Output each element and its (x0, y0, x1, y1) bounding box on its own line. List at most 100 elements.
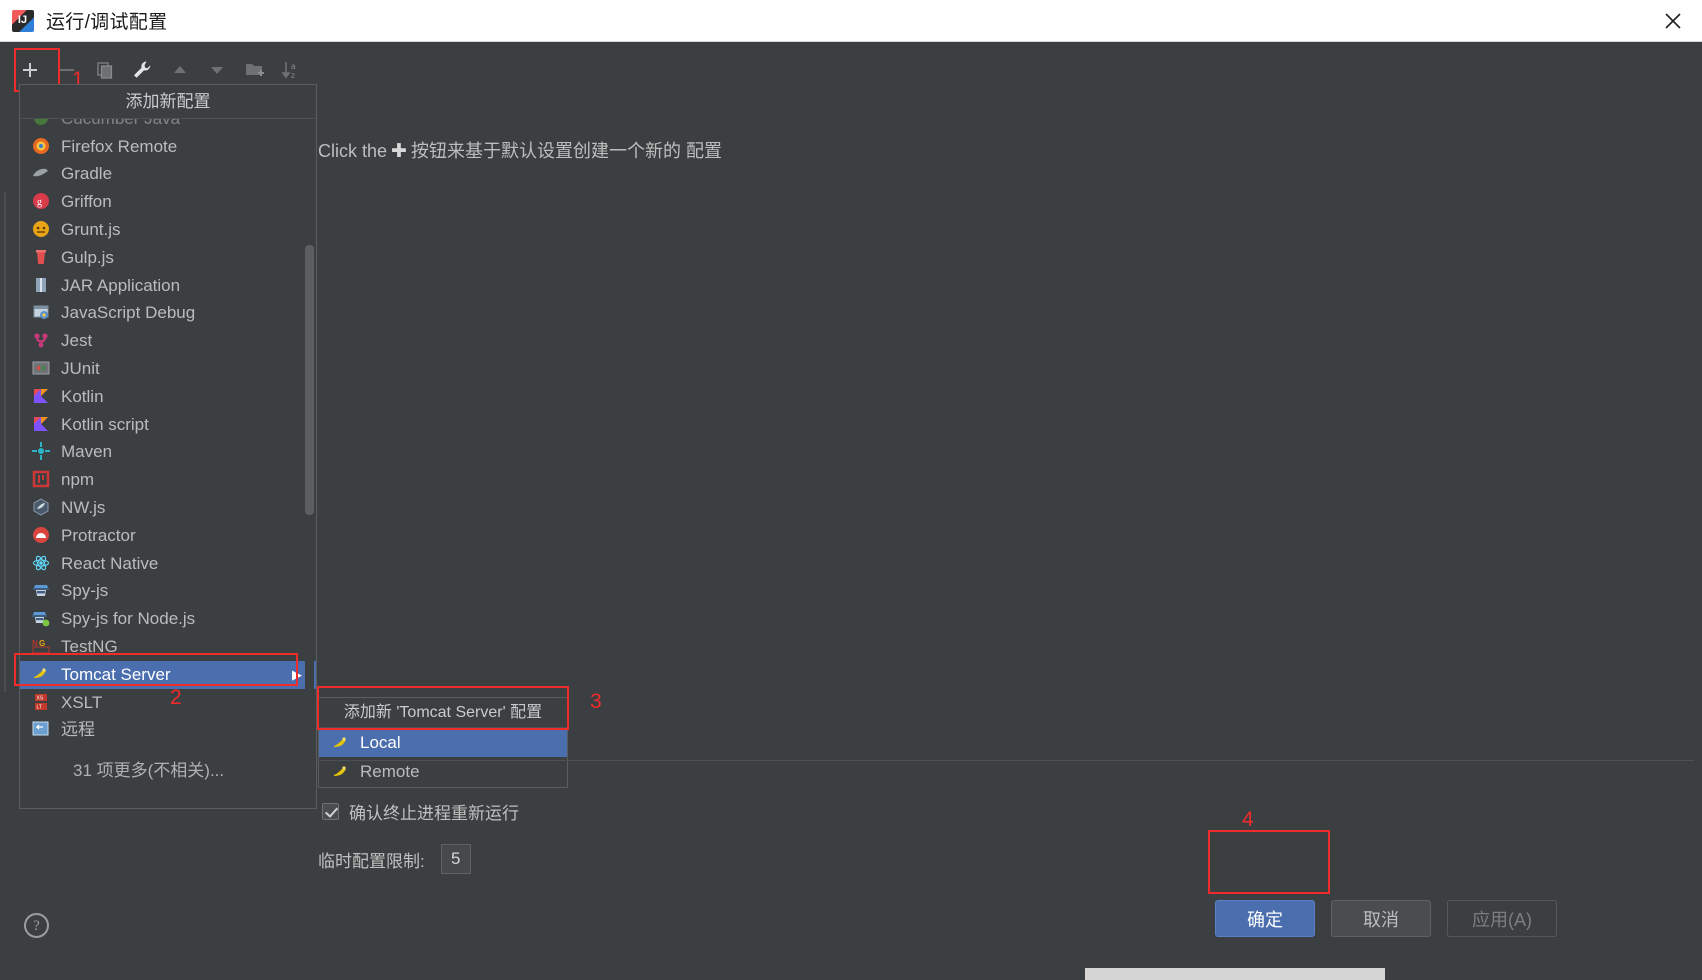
list-item-gradle[interactable]: Gradle (20, 161, 316, 189)
list-item-cucumber-java[interactable]: Cucumber Java (20, 119, 316, 133)
list-item-spy-js-for-node-js[interactable]: Spy-js for Node.js (20, 605, 316, 633)
page-title: 运行/调试配置 (46, 12, 168, 33)
remove-configuration-button[interactable] (52, 53, 84, 87)
firefox-icon (32, 137, 52, 157)
configuration-detail-pane: Click the ✚ 按钮来基于默认设置创建一个新的 配置 确认终止进程重新运行 … (318, 84, 1694, 979)
temp-configurations-limit-row: 临时配置限制: 5 (318, 844, 471, 874)
jest-icon (32, 331, 52, 351)
tomcat-icon (32, 665, 52, 685)
hint-prefix: Click the (318, 141, 388, 161)
list-item-grunt-js[interactable]: Grunt.js (20, 216, 316, 244)
cancel-button[interactable]: 取消 (1331, 900, 1431, 937)
list-item-maven[interactable]: Maven (20, 439, 316, 467)
taskbar-strip (1085, 968, 1385, 980)
list-item-xslt[interactable]: XS LT XSLT (20, 689, 316, 717)
list-item-jest[interactable]: Jest (20, 327, 316, 355)
list-item-javascript-debug[interactable]: JavaScript Debug (20, 300, 316, 328)
protractor-icon (32, 526, 52, 546)
list-item-label: Kotlin script (61, 414, 149, 434)
list-item-junit[interactable]: JUnit (20, 355, 316, 383)
maven-icon (32, 442, 52, 462)
list-item-label: NW.js (61, 498, 106, 518)
arrow-down-icon[interactable] (202, 53, 234, 87)
junit-icon (32, 359, 52, 379)
arrow-up-icon[interactable] (164, 53, 196, 87)
list-item-label: Maven (61, 442, 113, 462)
list-item-react-native[interactable]: React Native (20, 550, 316, 578)
list-item-label: Spy-js (61, 581, 109, 601)
dialog-body: a z 1 添加新配置 Cucumber JavaFirefox RemoteG… (0, 42, 1702, 980)
help-icon[interactable]: ? (24, 913, 49, 938)
svg-text:XS: XS (37, 695, 44, 701)
list-item-gulp-js[interactable]: Gulp.js (20, 244, 316, 272)
add-popup-header: 添加新配置 (20, 85, 316, 119)
list-item-label: XSLT (61, 692, 103, 712)
jar-icon (32, 276, 52, 296)
more-items-label: 31 项更多(不相关)... (73, 761, 225, 781)
list-item-label: Griffon (61, 192, 112, 212)
griffon-icon: g (32, 192, 52, 212)
list-item-protractor[interactable]: Protractor (20, 522, 316, 550)
list-item-label: Cucumber Java (61, 119, 180, 129)
list-item-kotlin[interactable]: Kotlin (20, 383, 316, 411)
svg-text:LT: LT (37, 704, 42, 710)
list-item-label: Grunt.js (61, 220, 121, 240)
spyjs-icon (32, 581, 52, 601)
folder-add-icon[interactable] (239, 53, 271, 87)
wrench-icon[interactable] (127, 53, 159, 87)
list-item-spy-js[interactable]: Spy-js (20, 578, 316, 606)
chevron-right-icon: ▶ (292, 666, 302, 682)
list-item-label: Spy-js for Node.js (61, 609, 196, 629)
list-item-testng[interactable]: N G TestNG (20, 633, 316, 661)
list-item-label: Protractor (61, 525, 136, 545)
plus-icon: ✚ (391, 141, 407, 162)
testng-icon: NG (32, 637, 52, 657)
pane-divider (318, 760, 1694, 761)
list-item-griffon[interactable]: g Griffon (20, 188, 316, 216)
gradle-icon (32, 164, 52, 184)
list-item-远程[interactable]: 远程 (20, 717, 316, 745)
close-icon[interactable] (1644, 0, 1702, 41)
window-left-edge (0, 42, 10, 980)
ok-button[interactable]: 确定 (1215, 900, 1315, 937)
svg-text:z: z (291, 71, 295, 80)
list-item-npm[interactable]: npm (20, 466, 316, 494)
idea-logo-glyph: IJ (17, 13, 28, 26)
temp-limit-label: 临时配置限制: (318, 851, 425, 871)
list-item-label: JUnit (61, 359, 100, 379)
list-item-label: JAR Application (61, 275, 181, 295)
list-item-label: JavaScript Debug (61, 303, 196, 323)
cucumber-icon (32, 119, 52, 129)
confirm-rerun-label: 确认终止进程重新运行 (349, 804, 519, 823)
tomcat-server-list-item[interactable]: Tomcat Server ▶ (20, 660, 316, 689)
kotlin-icon (32, 387, 52, 407)
gulp-icon (32, 248, 52, 268)
list-item-label: Gradle (61, 164, 113, 184)
confirm-rerun-checkbox[interactable]: 确认终止进程重新运行 (322, 799, 519, 824)
list-item-nw-js[interactable]: NW.js (20, 494, 316, 522)
copy-configuration-button[interactable] (89, 53, 121, 87)
grunt-icon (32, 220, 52, 240)
temp-limit-input[interactable]: 5 (440, 844, 471, 874)
list-item-label: Tomcat Server (61, 664, 171, 684)
list-item-kotlin-script[interactable]: Kotlin script (20, 411, 316, 439)
list-item-label: Gulp.js (61, 247, 114, 267)
list-item-jar-application[interactable]: JAR Application (20, 272, 316, 300)
window-edge-line (4, 192, 6, 692)
hint-suffix: 按钮来基于默认设置创建一个新的 配置 (410, 141, 722, 161)
add-popup-list[interactable]: Cucumber Java Firefox Remote Gradle g Griffo… (20, 119, 316, 807)
list-item-label: 远程 (61, 720, 95, 740)
add-configuration-button[interactable] (14, 53, 46, 87)
list-item-firefox-remote[interactable]: Firefox Remote (20, 133, 316, 161)
react-icon (32, 554, 52, 574)
empty-state-hint: Click the ✚ 按钮来基于默认设置创建一个新的 配置 (318, 137, 722, 163)
list-scrollbar-thumb[interactable] (305, 245, 314, 515)
svg-text:a: a (291, 62, 296, 71)
checkbox-check-icon (322, 803, 339, 820)
spyjs-node-icon (32, 609, 52, 629)
title-bar: IJ 运行/调试配置 (0, 0, 1702, 42)
more-items-link[interactable]: 31 项更多(不相关)... (20, 755, 316, 783)
list-item-label: Kotlin (61, 386, 104, 406)
sort-az-icon[interactable]: a z (277, 53, 309, 87)
nwjs-icon (32, 498, 52, 518)
